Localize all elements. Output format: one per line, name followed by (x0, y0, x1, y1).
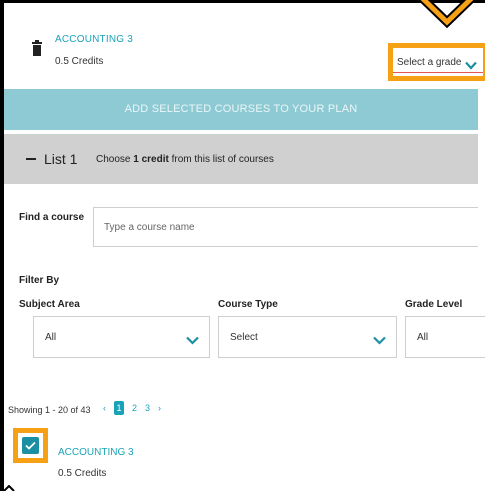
subject-area-select[interactable]: All (33, 316, 210, 358)
results-count: Showing 1 - 20 of 43 (8, 405, 91, 415)
find-course-label: Find a course (19, 212, 85, 223)
chevron-down-icon (373, 332, 386, 350)
chevron-down-icon (186, 332, 199, 350)
screen-border-left (0, 0, 4, 491)
collapse-icon[interactable] (26, 158, 36, 160)
course-title[interactable]: ACCOUNTING 3 (55, 34, 133, 45)
page-3[interactable]: 3 (145, 403, 150, 413)
list-title: List 1 (44, 151, 78, 167)
add-selected-courses-button[interactable]: ADD SELECTED COURSES TO YOUR PLAN (4, 89, 478, 130)
course-credits: 0.5 Credits (55, 56, 104, 67)
list-desc-suffix: from this list of courses (168, 154, 274, 165)
grade-select[interactable]: Select a grade (388, 43, 485, 81)
course-type-label: Course Type (218, 299, 278, 310)
course-checkbox-highlight (13, 428, 48, 463)
list-desc-prefix: Choose (96, 154, 134, 165)
grade-select-value: Select a grade (397, 57, 462, 68)
page-1[interactable]: 1 (114, 401, 124, 415)
list-description: Choose 1 credit from this list of course… (96, 154, 274, 165)
course-type-value: Select (230, 332, 258, 343)
find-course-input[interactable] (93, 207, 478, 247)
pagination: ‹ 1 2 3 › (103, 400, 161, 416)
grade-level-value: All (417, 332, 429, 343)
screen-border-top (0, 0, 485, 3)
prev-page-icon[interactable]: ‹ (103, 403, 106, 413)
course-type-select[interactable]: Select (218, 316, 397, 358)
grade-select-underline (393, 72, 483, 73)
trash-icon[interactable] (32, 40, 42, 56)
filter-by-heading: Filter By (19, 275, 60, 286)
list-desc-credit: 1 credit (133, 154, 169, 165)
selected-course-card: ACCOUNTING 3 0.5 Credits Select a grade (18, 14, 485, 84)
grade-level-select[interactable]: All (405, 316, 485, 358)
course-item-credits: 0.5 Credits (58, 468, 107, 479)
highlight-arrow-icon (3, 485, 15, 491)
subject-area-label: Subject Area (19, 299, 80, 310)
page-2[interactable]: 2 (132, 403, 137, 413)
course-item-title[interactable]: ACCOUNTING 3 (58, 447, 134, 458)
grade-level-label: Grade Level (405, 299, 463, 310)
next-page-icon[interactable]: › (158, 403, 161, 413)
course-checkbox[interactable] (22, 437, 39, 454)
subject-area-value: All (45, 332, 57, 343)
list-header[interactable]: List 1 Choose 1 credit from this list of… (4, 134, 478, 184)
